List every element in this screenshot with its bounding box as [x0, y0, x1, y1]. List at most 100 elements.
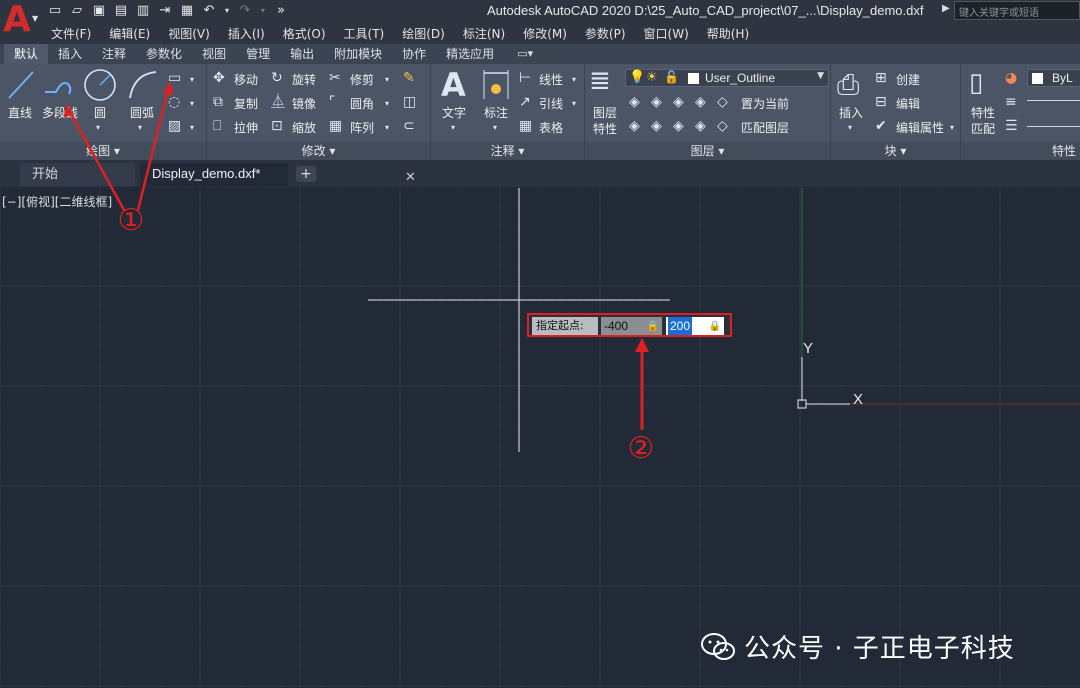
- copy-button[interactable]: 复制: [234, 95, 258, 112]
- insert-button[interactable]: 插入: [839, 104, 863, 121]
- leader-dropdown-icon[interactable]: ▾: [572, 96, 576, 112]
- linear-dropdown-icon[interactable]: ▾: [572, 72, 576, 88]
- layer-tool-icon[interactable]: ◈: [673, 118, 684, 134]
- search-input[interactable]: 键入关键字或短语: [954, 1, 1080, 20]
- arc-label[interactable]: 圆弧: [130, 104, 154, 121]
- edit-attributes-button[interactable]: 编辑属性: [896, 119, 944, 136]
- fillet-dropdown-icon[interactable]: ▾: [385, 96, 389, 112]
- match-layer-button[interactable]: 匹配图层: [741, 119, 789, 136]
- modify-panel-title[interactable]: 修改 ▾: [207, 142, 430, 160]
- line-icon[interactable]: [6, 68, 36, 102]
- block-panel-title[interactable]: 块 ▾: [831, 142, 960, 160]
- stretch-icon[interactable]: ⎕: [213, 118, 221, 134]
- hatch-dropdown-icon[interactable]: ▾: [190, 120, 194, 136]
- dimension-icon[interactable]: [481, 69, 511, 101]
- match-properties-label-2[interactable]: 匹配: [971, 120, 995, 137]
- web-save-icon[interactable]: ⇥: [157, 3, 173, 19]
- web-open-icon[interactable]: ▥: [135, 3, 151, 19]
- undo-dropdown-icon[interactable]: ▾: [223, 3, 231, 19]
- layer-tool-icon[interactable]: ◈: [629, 118, 640, 134]
- menu-help[interactable]: 帮助(H): [707, 25, 749, 42]
- explode-icon[interactable]: ◫: [403, 94, 416, 110]
- table-button[interactable]: 表格: [539, 119, 563, 136]
- redo-icon[interactable]: ↷: [237, 3, 253, 19]
- tab-view[interactable]: 视图: [192, 44, 236, 64]
- line-label[interactable]: 直线: [8, 104, 32, 121]
- circle-icon[interactable]: [82, 67, 118, 103]
- new-tab-button[interactable]: +: [296, 166, 316, 182]
- layer-tool-icon[interactable]: ◈: [695, 94, 706, 110]
- trim-button[interactable]: 修剪: [350, 71, 374, 88]
- linear-dimension-icon[interactable]: ⊢: [519, 70, 531, 86]
- rotate-button[interactable]: 旋转: [292, 71, 316, 88]
- array-dropdown-icon[interactable]: ▾: [385, 120, 389, 136]
- menu-insert[interactable]: 插入(I): [228, 25, 265, 42]
- plot-icon[interactable]: ▦: [179, 3, 195, 19]
- text-dropdown-icon[interactable]: ▾: [451, 120, 455, 136]
- menu-edit[interactable]: 编辑(E): [109, 25, 150, 42]
- offset-icon[interactable]: ⊂: [403, 118, 415, 134]
- application-menu-button[interactable]: A ▼: [0, 0, 42, 44]
- copy-icon[interactable]: ⧉: [213, 94, 223, 110]
- layer-properties-label-2[interactable]: 特性: [593, 120, 617, 137]
- edit-block-icon[interactable]: ⊟: [875, 94, 887, 110]
- lineweight-dropdown[interactable]: [1027, 100, 1080, 101]
- rectangle-icon[interactable]: ▭: [168, 70, 181, 86]
- fillet-button[interactable]: 圆角: [350, 95, 374, 112]
- menu-tools[interactable]: 工具(T): [344, 25, 385, 42]
- polyline-icon[interactable]: [42, 70, 76, 100]
- linetype-dropdown[interactable]: [1027, 126, 1080, 127]
- arc-dropdown-icon[interactable]: ▾: [138, 120, 142, 136]
- layer-properties-icon[interactable]: ≣: [589, 66, 611, 96]
- tab-parametric[interactable]: 参数化: [136, 44, 192, 64]
- dynamic-input-y-field[interactable]: 200 🔒: [666, 317, 724, 335]
- polyline-label[interactable]: 多段线: [42, 104, 78, 121]
- match-layer-icon[interactable]: ◇: [717, 118, 728, 134]
- edit-button[interactable]: 编辑: [896, 95, 920, 112]
- rectangle-dropdown-icon[interactable]: ▾: [190, 72, 194, 88]
- layers-panel-title[interactable]: 图层 ▾: [585, 142, 830, 160]
- scale-icon[interactable]: ⊡: [271, 118, 283, 134]
- mirror-icon[interactable]: ⏅: [271, 94, 285, 110]
- new-file-icon[interactable]: ▭: [47, 3, 63, 19]
- linetype-icon[interactable]: ☰: [1005, 118, 1018, 134]
- ellipse-dropdown-icon[interactable]: ▾: [190, 96, 194, 112]
- tab-addins[interactable]: 附加模块: [324, 44, 392, 64]
- tab-manage[interactable]: 管理: [236, 44, 280, 64]
- draw-panel-title[interactable]: 绘图 ▾: [0, 142, 206, 160]
- insert-block-icon[interactable]: ⎙: [837, 68, 859, 102]
- menu-file[interactable]: 文件(F): [51, 25, 91, 42]
- undo-icon[interactable]: ↶: [201, 3, 217, 19]
- tab-home[interactable]: 默认: [4, 44, 49, 64]
- redo-dropdown-icon[interactable]: ▾: [259, 3, 267, 19]
- properties-panel-title[interactable]: 特性: [961, 142, 1080, 160]
- arc-icon[interactable]: [126, 68, 160, 102]
- hatch-icon[interactable]: ▨: [168, 118, 181, 134]
- leader-button[interactable]: 引线: [539, 95, 563, 112]
- lineweight-icon[interactable]: ≡: [1005, 94, 1017, 110]
- tab-output[interactable]: 输出: [280, 44, 324, 64]
- open-file-icon[interactable]: ▱: [69, 3, 85, 19]
- layer-tool-icon[interactable]: ◈: [651, 118, 662, 134]
- array-button[interactable]: 阵列: [350, 119, 374, 136]
- title-arrow-icon[interactable]: ▶: [942, 3, 950, 14]
- menu-dimension[interactable]: 标注(N): [463, 25, 505, 42]
- close-icon[interactable]: ✕: [405, 166, 416, 188]
- viewport-controls[interactable]: [−][俯视][二维线框]: [2, 193, 112, 210]
- ribbon-options-icon[interactable]: ▭▾: [512, 47, 538, 61]
- layer-properties-label-1[interactable]: 图层: [593, 104, 617, 121]
- ellipse-icon[interactable]: ◌: [168, 94, 180, 110]
- trim-dropdown-icon[interactable]: ▾: [385, 72, 389, 88]
- more-tools-icon[interactable]: »: [273, 3, 289, 19]
- edit-attributes-dropdown-icon[interactable]: ▾: [950, 120, 954, 136]
- menu-window[interactable]: 窗口(W): [644, 25, 689, 42]
- layer-dropdown[interactable]: 💡 ☀ 🔓 User_Outline ▼: [625, 69, 829, 87]
- tab-annotate[interactable]: 注释: [92, 44, 136, 64]
- dynamic-input-x-field[interactable]: -400 🔒: [601, 317, 662, 335]
- dimension-button[interactable]: 标注: [484, 104, 508, 121]
- create-block-icon[interactable]: ⊞: [875, 70, 887, 86]
- table-icon[interactable]: ▦: [519, 118, 532, 134]
- move-button[interactable]: 移动: [234, 71, 258, 88]
- mirror-button[interactable]: 镜像: [292, 95, 316, 112]
- layer-tool-icon[interactable]: ◈: [695, 118, 706, 134]
